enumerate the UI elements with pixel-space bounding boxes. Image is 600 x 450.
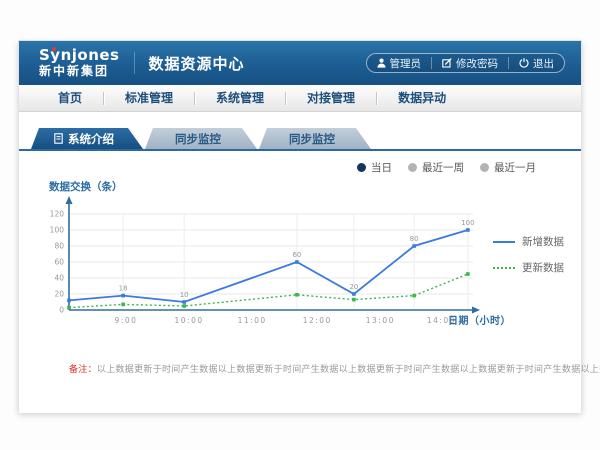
line-chart: 0 20 40 60 80 100 120 9:00 10:00 11:00 12:00 13:00 1… — [37, 194, 517, 344]
page-title: 数据资源中心 — [149, 53, 245, 74]
user-icon — [377, 58, 386, 68]
radio-label: 最近一月 — [494, 160, 536, 175]
current-user-button[interactable]: 管理员 — [367, 54, 432, 72]
power-icon — [519, 58, 529, 68]
svg-text:120: 120 — [50, 210, 65, 219]
tab-system-intro[interactable]: 系统介绍 — [31, 128, 143, 149]
document-icon — [54, 133, 63, 144]
logout-button[interactable]: 退出 — [509, 54, 564, 72]
logo-subtext: 新中新集团 — [39, 65, 120, 78]
chart-legend: 新增数据 更新数据 — [493, 234, 564, 275]
logo-text: Synjones — [39, 48, 120, 64]
footnote: 备注：以上数据更新于时间产生数据以上数据更新于时间产生数据以上数据更新于时间产生… — [69, 362, 581, 375]
svg-text:80: 80 — [54, 242, 64, 251]
footnote-text: 以上数据更新于时间产生数据以上数据更新于时间产生数据以上数据更新于时间产生数据以… — [97, 365, 600, 375]
svg-text:60: 60 — [54, 258, 64, 267]
svg-text:13:00: 13:00 — [366, 316, 395, 325]
solid-line-swatch-icon — [493, 241, 515, 243]
svg-text:100: 100 — [461, 219, 474, 227]
main-nav: 首页 标准管理 系统管理 对接管理 数据异动 — [19, 85, 581, 112]
tab-sync-monitor-1[interactable]: 同步监控 — [145, 128, 257, 149]
footnote-label: 备注： — [69, 365, 97, 375]
svg-text:20: 20 — [54, 290, 64, 299]
logout-label: 退出 — [533, 56, 554, 71]
radio-dot-icon — [357, 163, 366, 172]
tab-bar: 系统介绍 同步监控 同步监控 — [19, 128, 581, 149]
svg-text:10: 10 — [180, 291, 189, 299]
svg-text:10:00: 10:00 — [175, 316, 204, 325]
legend-label: 更新数据 — [522, 260, 564, 275]
dotted-line-swatch-icon — [493, 267, 515, 269]
tab-label: 同步监控 — [289, 131, 335, 147]
content-panel: 当日 最近一周 最近一月 数据交换（条） 0 20 40 60 80 100 120 9:00… — [19, 151, 581, 413]
company-logo: Synjones 新中新集团 — [39, 48, 120, 77]
radio-last-week[interactable]: 最近一周 — [408, 160, 464, 175]
svg-text:20: 20 — [349, 283, 358, 291]
svg-text:40: 40 — [54, 274, 64, 283]
nav-item-data-change[interactable]: 数据异动 — [377, 85, 467, 111]
user-name-label: 管理员 — [390, 56, 422, 71]
legend-item-new-data: 新增数据 — [493, 234, 564, 249]
svg-text:9:00: 9:00 — [115, 316, 138, 325]
svg-text:日期（小时）: 日期（小时） — [448, 314, 511, 327]
nav-item-home[interactable]: 首页 — [37, 85, 103, 111]
app-window: Synjones 新中新集团 数据资源中心 管理员 修改密码 — [18, 40, 582, 412]
nav-item-integration-mgmt[interactable]: 对接管理 — [286, 85, 376, 111]
nav-item-standard-mgmt[interactable]: 标准管理 — [104, 85, 194, 111]
header: Synjones 新中新集团 数据资源中心 管理员 修改密码 — [19, 41, 581, 85]
legend-label: 新增数据 — [522, 234, 564, 249]
chart-area: 0 20 40 60 80 100 120 9:00 10:00 11:00 12:00 13:00 1… — [19, 194, 581, 344]
tab-label: 同步监控 — [175, 131, 221, 147]
change-password-label: 修改密码 — [456, 56, 498, 71]
y-axis-title: 数据交换（条） — [49, 179, 581, 194]
svg-text:60: 60 — [292, 251, 301, 259]
time-range-filter: 当日 最近一周 最近一月 — [19, 151, 581, 175]
radio-dot-icon — [408, 163, 417, 172]
svg-text:100: 100 — [50, 226, 65, 235]
svg-text:80: 80 — [410, 235, 419, 243]
radio-label: 最近一周 — [422, 160, 464, 175]
radio-label: 当日 — [371, 160, 392, 175]
tab-label: 系统介绍 — [68, 131, 114, 147]
spacer — [19, 112, 581, 128]
user-toolbar: 管理员 修改密码 退出 — [366, 53, 566, 73]
nav-item-system-mgmt[interactable]: 系统管理 — [195, 85, 285, 111]
svg-text:11:00: 11:00 — [238, 316, 267, 325]
radio-dot-icon — [480, 163, 489, 172]
legend-item-update-data: 更新数据 — [493, 260, 564, 275]
tab-sync-monitor-2[interactable]: 同步监控 — [259, 128, 371, 149]
header-divider — [134, 52, 135, 74]
radio-today[interactable]: 当日 — [357, 160, 392, 175]
svg-text:0: 0 — [59, 306, 64, 315]
radio-last-month[interactable]: 最近一月 — [480, 160, 536, 175]
change-password-button[interactable]: 修改密码 — [432, 54, 508, 72]
svg-text:18: 18 — [119, 285, 128, 293]
svg-text:12:00: 12:00 — [303, 316, 332, 325]
edit-icon — [442, 58, 452, 68]
